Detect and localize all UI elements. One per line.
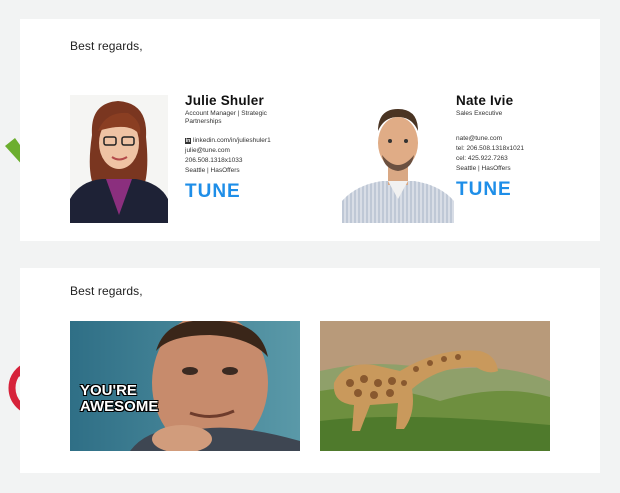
tune-logo: TUNE <box>456 179 512 200</box>
greeting: Best regards, <box>70 39 143 53</box>
meme-caption: YOU'RE AWESOME <box>80 382 159 415</box>
tel-number: tel: 206.508.1318x1021 <box>456 145 524 152</box>
email-link[interactable]: nate@tune.com <box>456 134 596 144</box>
signature-name: Julie Shuler <box>185 93 264 108</box>
signature-name: Nate Ivie <box>456 93 514 108</box>
signature-title: Account Manager | Strategic Partnerships <box>185 110 267 125</box>
meme-image: YOU'RE AWESOME <box>70 321 300 451</box>
location: Seattle | HasOffers <box>185 167 240 174</box>
phone-number: 206.508.1318x1033 <box>185 157 243 164</box>
nate-photo <box>342 95 454 223</box>
email-link[interactable]: julie@tune.com <box>185 146 325 156</box>
nate-signature: Nate Ivie Sales Executive nate@tune.com … <box>456 93 596 199</box>
julie-photo <box>70 95 168 223</box>
good-signature-card: Best regards, Julie Shuler Account Manag… <box>20 19 600 241</box>
signature-title: Sales Executive <box>456 110 503 117</box>
tune-logo: TUNE <box>185 181 241 202</box>
giraffe-image <box>320 321 550 451</box>
linkedin-icon: in <box>185 138 191 144</box>
greeting: Best regards, <box>70 284 143 298</box>
location: Seattle | HasOffers <box>456 165 511 172</box>
julie-signature: Julie Shuler Account Manager | Strategic… <box>185 93 325 201</box>
cel-number: cel: 425.922.7263 <box>456 155 508 162</box>
bad-signature-card: Best regards, YOU'RE AWESOME <box>20 268 600 473</box>
linkedin-link[interactable]: in linkedin.com/in/julieshuler1 <box>185 136 325 146</box>
